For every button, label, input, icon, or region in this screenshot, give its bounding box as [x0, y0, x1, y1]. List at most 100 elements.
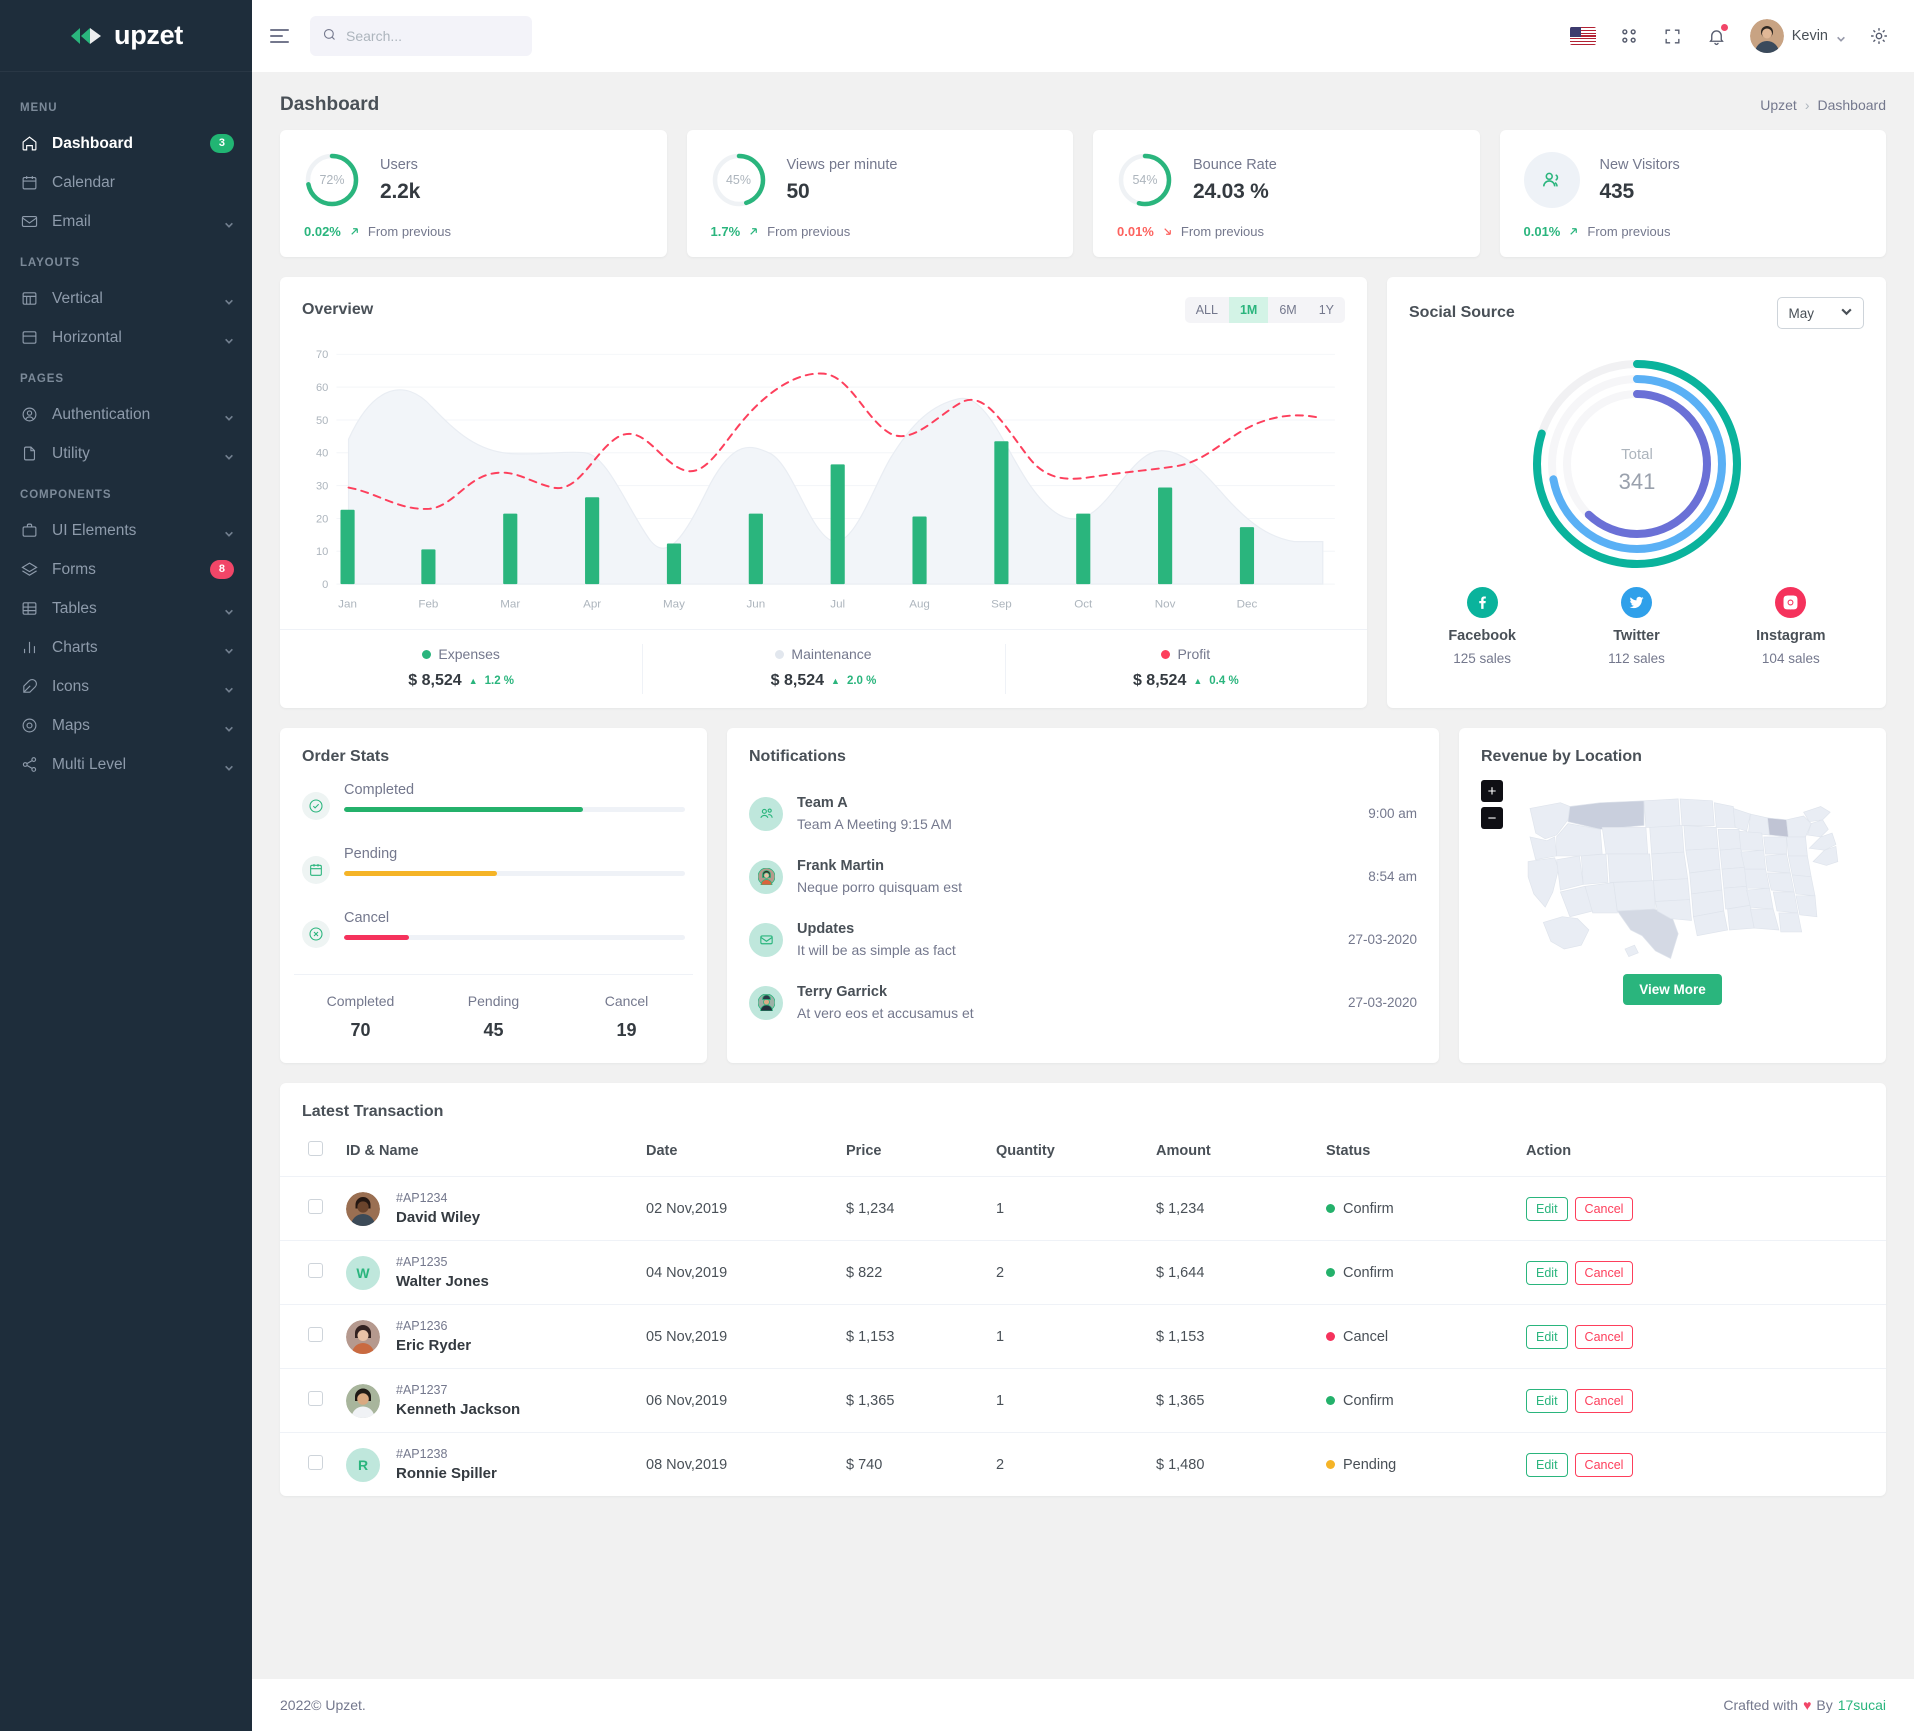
sidebar-badge-forms: 8: [209, 560, 234, 579]
zoom-out-button[interactable]: −: [1481, 807, 1503, 829]
row-checkbox-cell: [280, 1433, 336, 1497]
legend-percent: 0.4 %: [1209, 675, 1239, 687]
svg-text:Aug: Aug: [909, 598, 930, 610]
twitter-icon: [1620, 587, 1652, 618]
edit-button[interactable]: Edit: [1526, 1324, 1568, 1349]
table-header: ID & Name Date Price Quantity Amount Sta…: [280, 1125, 1886, 1177]
sidebar-item-charts[interactable]: Charts: [0, 628, 252, 667]
edit-button[interactable]: Edit: [1526, 1452, 1568, 1477]
avatar: [346, 1319, 380, 1354]
notification-name: Frank Martin: [797, 858, 885, 874]
svg-text:Oct: Oct: [1074, 598, 1093, 610]
social-item-instagram[interactable]: Instagram 104 sales: [1714, 587, 1868, 666]
range-6m-button[interactable]: 6M: [1268, 297, 1307, 323]
svg-text:May: May: [663, 598, 685, 610]
month-select[interactable]: May: [1777, 297, 1864, 329]
cancel-button[interactable]: Cancel: [1574, 1452, 1634, 1477]
sidebar-item-maps[interactable]: Maps: [0, 706, 252, 745]
cell-quantity: 1: [986, 1368, 1146, 1433]
search-box[interactable]: [310, 16, 532, 56]
edit-button[interactable]: Edit: [1526, 1260, 1568, 1285]
svg-text:Feb: Feb: [418, 598, 438, 610]
social-item-facebook[interactable]: Facebook 125 sales: [1405, 587, 1559, 666]
sidebar-item-email[interactable]: Email: [0, 202, 252, 241]
caret-up-icon: ▲: [468, 676, 478, 686]
row-checkbox[interactable]: [308, 1455, 323, 1470]
svg-text:30: 30: [316, 481, 328, 493]
range-all-button[interactable]: ALL: [1185, 297, 1229, 323]
row-checkbox[interactable]: [308, 1199, 323, 1214]
sidebar-item-dashboard[interactable]: Dashboard 3: [0, 124, 252, 163]
fullscreen-icon[interactable]: [1662, 25, 1684, 47]
edit-button[interactable]: Edit: [1526, 1388, 1568, 1413]
apps-grid-icon[interactable]: [1618, 25, 1640, 47]
usa-map[interactable]: [1477, 778, 1868, 968]
zoom-in-button[interactable]: +: [1481, 780, 1503, 802]
sidebar-item-calendar[interactable]: Calendar: [0, 163, 252, 202]
notification-time: 9:00 am: [1368, 806, 1417, 821]
breadcrumb-root[interactable]: Upzet: [1760, 97, 1797, 113]
row-checkbox[interactable]: [308, 1391, 323, 1406]
sidebar-toggle-button[interactable]: [270, 23, 296, 49]
search-input[interactable]: [346, 28, 520, 44]
select-all-cell: [280, 1125, 336, 1177]
sidebar-item-icons[interactable]: Icons: [0, 667, 252, 706]
status-badge: Cancel: [1326, 1329, 1506, 1345]
table-row: #AP1236 Eric Ryder 05 Nov,2019 $ 1,153 1…: [280, 1304, 1886, 1369]
transaction-name: David Wiley: [396, 1209, 481, 1226]
cancel-button[interactable]: Cancel: [1574, 1196, 1634, 1221]
sidebar-item-utility[interactable]: Utility: [0, 434, 252, 473]
list-item[interactable]: Terry Garrick At vero eos et accusamus e…: [749, 971, 1417, 1034]
sidebar-item-forms[interactable]: Forms 8: [0, 550, 252, 589]
view-more-button[interactable]: View More: [1623, 974, 1722, 1005]
sidebar-item-vertical[interactable]: Vertical: [0, 279, 252, 318]
edit-button[interactable]: Edit: [1526, 1196, 1568, 1221]
cell-date: 08 Nov,2019: [646, 1456, 728, 1473]
column-date: Date: [636, 1125, 836, 1177]
list-item[interactable]: Updates It will be as simple as fact 27-…: [749, 908, 1417, 971]
chevron-down-icon: [224, 682, 234, 693]
summary-cancel: Cancel 19: [560, 993, 693, 1041]
map-zoom-controls: + −: [1481, 780, 1503, 829]
list-item[interactable]: Frank Martin Neque porro quisquam est 8:…: [749, 845, 1417, 908]
feather-icon: [20, 677, 39, 696]
footer-credit-link[interactable]: 17sucai: [1838, 1697, 1886, 1713]
bell-icon[interactable]: [1706, 24, 1728, 47]
notification-dot: [1720, 24, 1728, 31]
row-checkbox[interactable]: [308, 1263, 323, 1278]
gear-icon[interactable]: [1868, 25, 1890, 47]
row-checkbox[interactable]: [308, 1327, 323, 1342]
legend-value-row: $ 8,524 ▲ 0.4 %: [1005, 672, 1367, 690]
brand-logo[interactable]: upzet: [0, 0, 252, 72]
topbar-icons: Kevin: [1569, 19, 1890, 53]
avatar: [749, 985, 783, 1020]
cancel-button[interactable]: Cancel: [1574, 1388, 1634, 1413]
range-1m-button[interactable]: 1M: [1228, 297, 1269, 323]
svg-text:0: 0: [322, 579, 328, 591]
stat-percent-label: 45%: [725, 173, 752, 187]
cell-amount: $ 1,644: [1146, 1240, 1316, 1305]
select-all-checkbox[interactable]: [308, 1141, 323, 1156]
list-item[interactable]: Team A Team A Meeting 9:15 AM 9:00 am: [749, 782, 1417, 845]
user-menu[interactable]: Kevin: [1749, 19, 1846, 53]
cancel-button[interactable]: Cancel: [1574, 1324, 1634, 1349]
legend-amount: $ 8,524: [1132, 672, 1187, 689]
sidebar-item-tables[interactable]: Tables: [0, 589, 252, 628]
sidebar-item-multi-level[interactable]: Multi Level: [0, 745, 252, 784]
cell-amount: $ 1,234: [1146, 1176, 1316, 1241]
sidebar-item-authentication[interactable]: Authentication: [0, 395, 252, 434]
progress-fill: [344, 807, 583, 812]
sidebar-item-ui-elements[interactable]: UI Elements: [0, 511, 252, 550]
cancel-button[interactable]: Cancel: [1574, 1260, 1634, 1285]
row-checkbox-cell: [280, 1304, 336, 1369]
social-item-twitter[interactable]: Twitter 112 sales: [1559, 587, 1713, 666]
avatar: [1749, 19, 1784, 53]
column-action: Action: [1516, 1125, 1886, 1177]
legend-value-row: $ 8,524 ▲ 1.2 %: [280, 672, 642, 690]
flag-us-icon[interactable]: [1569, 27, 1596, 45]
avatar: [749, 859, 783, 894]
transaction-name: Walter Jones: [396, 1273, 489, 1290]
sidebar-item-horizontal[interactable]: Horizontal: [0, 318, 252, 357]
range-1y-button[interactable]: 1Y: [1308, 297, 1345, 323]
sidebar-item-label: Tables: [52, 599, 97, 617]
